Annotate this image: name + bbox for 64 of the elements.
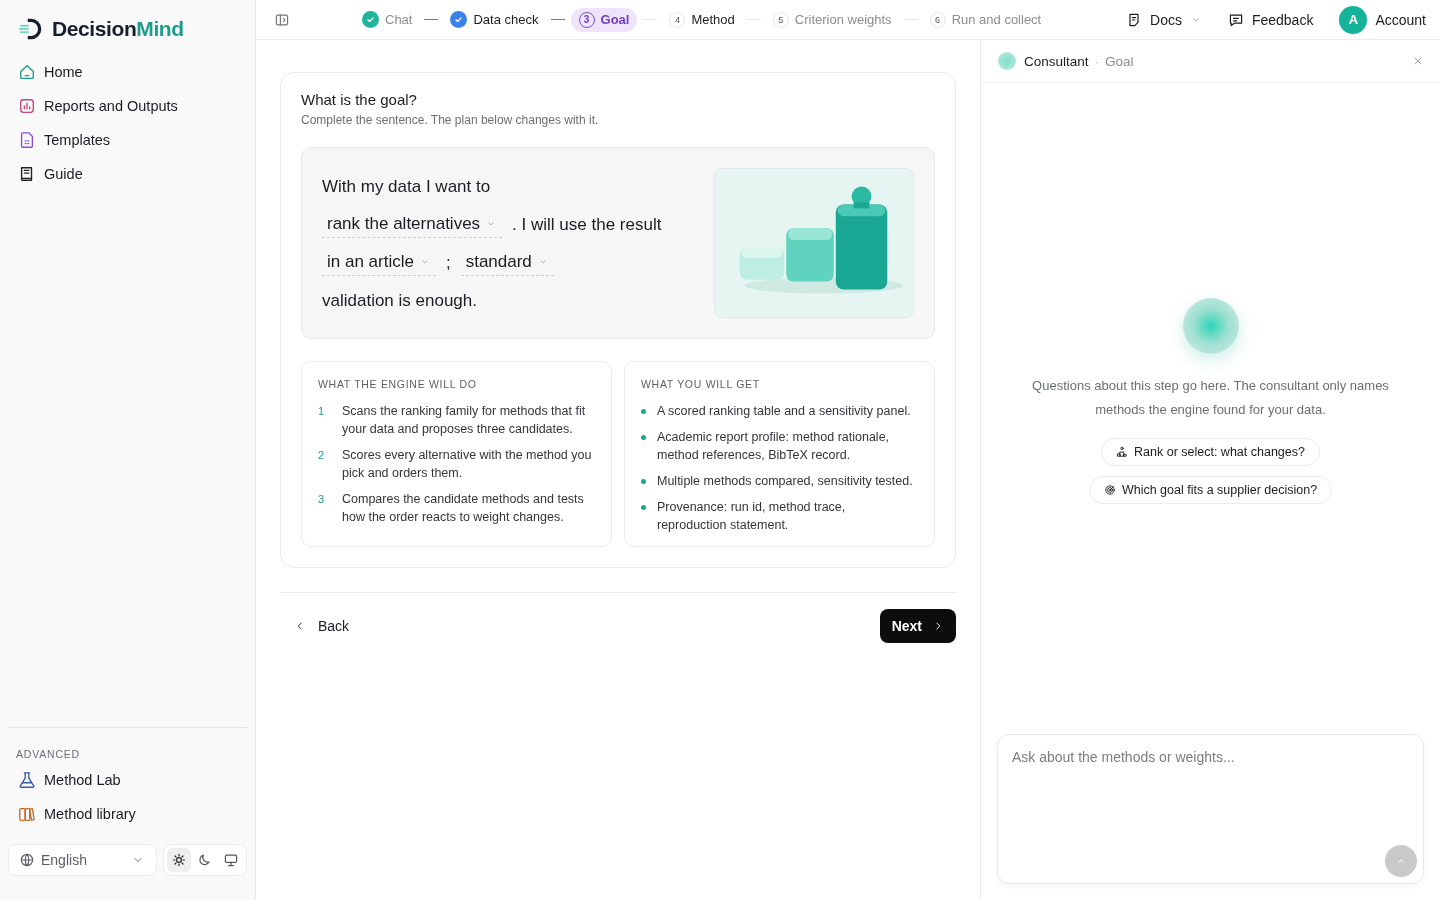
list-number: 3 (318, 492, 326, 507)
step-tab[interactable]: 5 Criterion weights (766, 7, 898, 32)
nav-item[interactable]: Home (8, 56, 247, 88)
bullet-dot (641, 505, 646, 510)
sentence-text: ; (445, 253, 451, 273)
section-heading: WHAT YOU WILL GET (641, 378, 761, 390)
nav-item[interactable]: Guide (8, 158, 247, 190)
step-tab[interactable]: Data check (444, 7, 545, 32)
avatar: A (1339, 5, 1368, 34)
inline-dropdown[interactable]: standard (460, 250, 554, 276)
sun-icon (171, 852, 187, 868)
account-button[interactable]: A Account (1339, 5, 1426, 34)
section-heading: ADVANCED (15, 748, 81, 762)
intro-text: Questions about this step go here. The consultant only names methods the engine found for your data. (1031, 377, 1390, 419)
separator: · (1094, 53, 1100, 69)
language-select[interactable]: English (8, 844, 157, 876)
panel-subtitle: Goal (1105, 53, 1134, 69)
inline-dropdown[interactable]: in an article (322, 250, 436, 276)
section-heading: WHAT THE ENGINE WILL DO (318, 378, 478, 390)
podium-icon (1116, 446, 1129, 458)
bullet-dot (641, 409, 646, 414)
check-icon (362, 11, 379, 28)
logo-icon (18, 16, 44, 42)
status-dot (998, 52, 1016, 70)
list-text: Compares the candidate methods and tests how the order reacts to weight changes. (342, 491, 585, 526)
card-subtitle: Complete the sentence. The plan below changes with it. (301, 113, 600, 127)
list-text: Provenance: run id, method trace, reproduction statement. (657, 499, 847, 534)
globe-icon (19, 852, 35, 868)
nav-item[interactable]: Method Lab (8, 764, 247, 796)
nav-item[interactable]: Reports and Outputs (8, 90, 247, 122)
check-icon (450, 11, 468, 28)
list-number: 1 (318, 404, 326, 419)
inline-dropdown[interactable]: rank the alternatives (322, 212, 503, 238)
message-field[interactable]: Ask about the methods or weights... (998, 735, 1423, 883)
list-number: 2 (318, 448, 326, 463)
next-button[interactable]: Next (879, 609, 956, 643)
list-text: Scans the ranking family for methods that fit your data and proposes three candidates. (342, 403, 587, 438)
close-icon (1412, 55, 1424, 67)
step-tab[interactable]: Chat (356, 7, 419, 32)
step-tab[interactable]: 4 Method (663, 7, 741, 32)
monitor-icon (223, 852, 239, 868)
brand-name: DecisionMind (52, 17, 184, 41)
list-text: Academic report profile: method rationale, method references, BibTeX record. (657, 429, 891, 464)
sentence-text: With my data I want to (322, 177, 491, 197)
orb-icon (1182, 298, 1239, 354)
list-text: A scored ranking table and a sensitivity panel. (657, 403, 912, 420)
nav-item[interactable]: Templates (8, 124, 247, 156)
feedback-button[interactable]: Feedback (1227, 11, 1314, 28)
docs-menu[interactable]: Docs (1126, 11, 1202, 28)
document-icon (1126, 11, 1142, 28)
list-text: Multiple methods compared, sensitivity tested. (657, 473, 914, 490)
back-button[interactable]: Back (280, 610, 364, 642)
target-icon (1103, 484, 1116, 496)
sentence-text: . I will use the result (512, 215, 662, 235)
nav-item[interactable]: Method library (8, 798, 247, 830)
bullet-dot (641, 479, 646, 484)
step-tab[interactable]: 6 Run and collect (923, 7, 1048, 32)
theme-option[interactable] (167, 848, 191, 872)
panel-title: Consultant (1024, 53, 1089, 69)
list-text: Scores every alternative with the method you pick and orders them. (342, 447, 593, 482)
step-tab[interactable]: 3 Goal (570, 7, 638, 32)
sentence-text: validation is enough. (322, 291, 477, 311)
card-title: What is the goal? (301, 91, 418, 108)
bullet-dot (641, 435, 646, 440)
